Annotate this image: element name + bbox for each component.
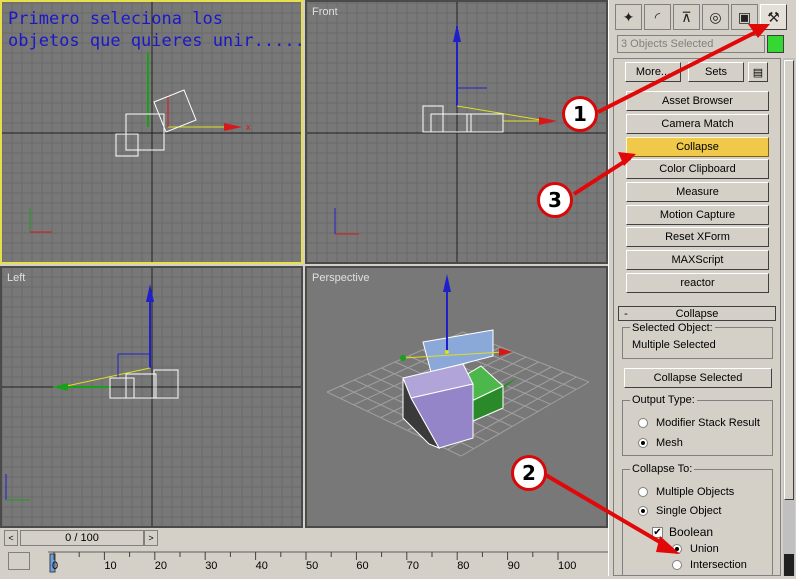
sets-button[interactable]: Sets xyxy=(688,62,744,82)
time-slider-right-arrow-icon[interactable]: > xyxy=(144,530,158,546)
trackbar-tick-label: 50 xyxy=(306,560,319,572)
multiple-objects-radio[interactable]: Multiple Objects xyxy=(638,486,734,498)
trackbar-tick-label: 0 xyxy=(52,560,59,572)
panel-tabs: ✦ ◜ ⊼ ◎ ▣ ⚒ xyxy=(615,4,787,30)
time-slider-left-arrow-icon[interactable]: < xyxy=(4,530,18,546)
time-slider-readout[interactable]: 0 / 100 xyxy=(20,530,144,546)
viewport-label-left: Left xyxy=(7,272,26,284)
trackbar-tick-label: 90 xyxy=(507,560,520,572)
reset-xform-button[interactable]: Reset XForm xyxy=(626,227,769,247)
panel-scrollbar[interactable] xyxy=(783,58,795,576)
output-type-label: Output Type: xyxy=(630,394,697,406)
hierarchy-icon[interactable]: ⊼ xyxy=(673,4,700,30)
motion-icon[interactable]: ◎ xyxy=(702,4,729,30)
configure-button-sets-icon[interactable]: ▤ xyxy=(748,62,768,82)
collapse-button[interactable]: Collapse xyxy=(626,137,769,157)
callout-badge-3: 3 xyxy=(537,182,573,218)
time-slider[interactable]: < 0 / 100 > xyxy=(4,530,158,546)
create-icon[interactable]: ✦ xyxy=(615,4,642,30)
trackbar-tick-label: 80 xyxy=(457,560,470,572)
modifier-stack-result-radio[interactable]: Modifier Stack Result xyxy=(638,417,760,429)
trackbar-tick-label: 60 xyxy=(356,560,369,572)
callout-badge-2: 2 xyxy=(511,455,547,491)
perspective-scene xyxy=(326,274,590,457)
key-filter-icon[interactable] xyxy=(8,552,30,570)
svg-text:x: x xyxy=(246,122,251,132)
collapse-to-label: Collapse To: xyxy=(630,463,695,475)
more-button[interactable]: More... xyxy=(625,62,681,82)
union-radio[interactable]: Union xyxy=(672,543,719,555)
asset-browser-button[interactable]: Asset Browser xyxy=(626,91,769,111)
viewport-top[interactable]: x Primero seleciona los objetos que quie… xyxy=(0,0,303,264)
selection-name-field[interactable]: 3 Objects Selected xyxy=(617,35,765,53)
trackbar[interactable]: 0 10 20 30 40 50 60 70 80 90 100 xyxy=(48,548,608,576)
mesh-radio[interactable]: Mesh xyxy=(638,437,683,449)
trackbar-tick-label: 20 xyxy=(154,560,168,572)
selected-object-value: Multiple Selected xyxy=(630,339,718,351)
boolean-checkbox[interactable]: ✔ Boolean xyxy=(652,525,713,539)
camera-match-button[interactable]: Camera Match xyxy=(626,114,769,134)
viewport-label-perspective: Perspective xyxy=(312,272,370,284)
maxscript-button[interactable]: MAXScript xyxy=(626,250,769,270)
instruction-text: Primero seleciona los objetos que quiere… xyxy=(8,9,303,51)
left-grid xyxy=(2,268,301,526)
reactor-button[interactable]: reactor xyxy=(626,273,769,293)
trackbar-tick-label: 100 xyxy=(558,560,577,572)
modify-icon[interactable]: ◜ xyxy=(644,4,671,30)
callout-badge-1: 1 xyxy=(562,96,598,132)
viewport-perspective[interactable]: Perspective xyxy=(305,266,608,528)
trackbar-tick-label: 30 xyxy=(205,560,218,572)
viewport-label-front: Front xyxy=(312,6,338,18)
display-icon[interactable]: ▣ xyxy=(731,4,758,30)
intersection-radio[interactable]: Intersection xyxy=(672,560,747,570)
trackbar-tick-label: 10 xyxy=(104,560,117,572)
front-grid xyxy=(307,2,606,262)
utilities-icon[interactable]: ⚒ xyxy=(760,4,787,30)
selected-object-label: Selected Object: xyxy=(630,322,715,334)
measure-button[interactable]: Measure xyxy=(626,182,769,202)
motion-capture-button[interactable]: Motion Capture xyxy=(626,205,769,225)
viewport-front[interactable]: Front xyxy=(305,0,608,264)
color-clipboard-button[interactable]: Color Clipboard xyxy=(626,159,769,179)
object-color-swatch[interactable] xyxy=(767,35,784,53)
collapse-selected-button[interactable]: Collapse Selected xyxy=(624,368,772,388)
trackbar-tick-label: 70 xyxy=(406,560,420,572)
viewport-left[interactable]: Left xyxy=(0,266,303,528)
single-object-radio[interactable]: Single Object xyxy=(638,505,721,517)
trackbar-tick-label: 40 xyxy=(255,560,268,572)
collapse-rollout-header[interactable]: - Collapse xyxy=(618,306,776,321)
